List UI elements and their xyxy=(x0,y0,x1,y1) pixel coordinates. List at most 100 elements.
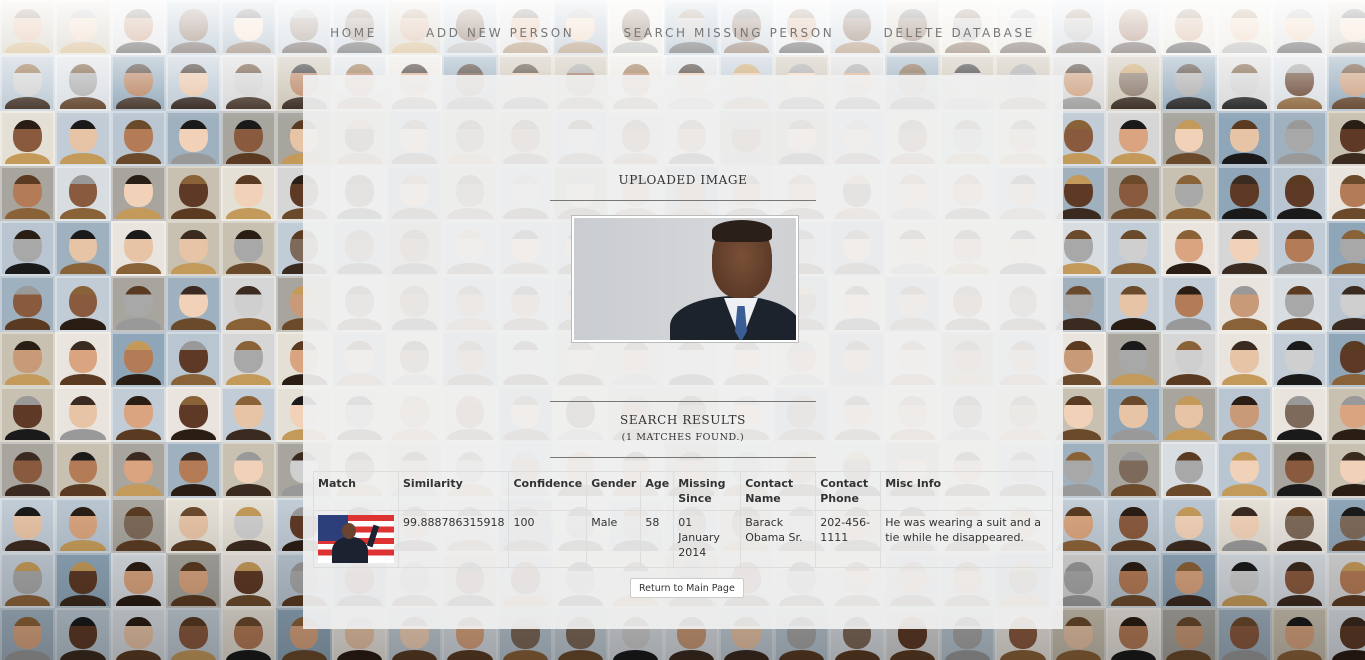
tile-face xyxy=(1119,175,1148,207)
background-face-tile xyxy=(1327,331,1365,388)
contact-phone-cell: 202-456-1111 xyxy=(815,510,882,568)
tile-face xyxy=(1063,396,1093,429)
background-face-tile xyxy=(1271,442,1328,498)
tile-face xyxy=(68,175,98,207)
tile-shoulders xyxy=(1221,263,1267,275)
tile-shoulders xyxy=(60,429,106,441)
tile-shoulders xyxy=(1166,484,1212,496)
table-row: 99.888786315918 100 Male 58 01 January 2… xyxy=(313,510,1053,568)
nav-home-link[interactable]: HOME xyxy=(330,26,377,40)
background-face-tile xyxy=(1105,442,1162,498)
thumb-arm xyxy=(366,524,380,548)
similarity-cell: 99.888786315918 xyxy=(397,510,510,568)
background-face-tile xyxy=(110,387,166,443)
tile-face xyxy=(1063,285,1093,318)
nav-search-missing-person-link[interactable]: SEARCH MISSING PERSON xyxy=(623,26,834,40)
tile-shoulders xyxy=(1221,207,1267,220)
tile-shoulders xyxy=(60,318,106,330)
tile-shoulders xyxy=(1111,373,1157,386)
nav-add-new-person-link[interactable]: ADD NEW PERSON xyxy=(426,26,574,40)
divider xyxy=(550,200,816,201)
thumb-face xyxy=(342,523,356,539)
tile-face xyxy=(1340,119,1365,152)
background-face-tile xyxy=(1327,165,1365,222)
tile-shoulders xyxy=(226,207,272,220)
column-header-missing-since: Missing Since xyxy=(673,471,742,511)
nav-delete-database-link[interactable]: DELETE DATABASE xyxy=(883,26,1034,40)
background-face-tile xyxy=(1271,387,1328,443)
tile-face xyxy=(1119,396,1148,429)
tile-face xyxy=(1174,230,1204,263)
match-thumbnail-cell xyxy=(313,510,399,568)
tile-face xyxy=(1174,396,1204,429)
background-face-tile xyxy=(0,276,56,332)
background-face-tile xyxy=(221,276,277,332)
tile-face xyxy=(1229,119,1259,152)
tile-face xyxy=(68,451,98,484)
content-panel: UPLOADED IMAGE SEARCH RESULTS (1 MATCHES… xyxy=(303,75,1063,629)
tile-shoulders xyxy=(170,152,217,164)
tile-shoulders xyxy=(1276,207,1323,220)
background-face-tile xyxy=(110,331,166,388)
tile-shoulders xyxy=(5,373,51,386)
uploaded-image-frame xyxy=(571,215,799,343)
tile-shoulders xyxy=(1111,318,1157,330)
background-face-tile xyxy=(221,387,277,443)
photo-hair xyxy=(712,220,772,242)
background-face-tile xyxy=(165,387,222,443)
background-face-tile xyxy=(110,276,166,332)
tile-face xyxy=(234,340,264,373)
tile-shoulders xyxy=(1221,318,1267,330)
tile-face xyxy=(1285,230,1314,263)
background-face-tile xyxy=(1161,442,1217,498)
background-face-tile xyxy=(1161,221,1217,277)
tile-face xyxy=(13,230,42,263)
tile-shoulders xyxy=(170,429,217,441)
tile-shoulders xyxy=(170,207,217,220)
tile-face xyxy=(1119,119,1148,152)
tile-face xyxy=(13,285,42,318)
tile-face xyxy=(1229,396,1259,429)
tile-face xyxy=(179,230,208,263)
tile-face xyxy=(123,396,153,429)
tile-face xyxy=(1340,340,1365,373)
tile-face xyxy=(1063,340,1093,373)
tile-shoulders xyxy=(1332,429,1365,441)
tile-shoulders xyxy=(115,207,161,220)
background-face-tile xyxy=(1216,221,1272,277)
background-face-tile xyxy=(1216,276,1272,332)
results-header-row: Match Similarity Confidence Gender Age M… xyxy=(313,471,1053,511)
background-face-tile xyxy=(165,165,222,222)
tile-shoulders xyxy=(1276,429,1323,441)
confidence-cell: 100 xyxy=(508,510,588,568)
tile-face xyxy=(1229,230,1259,263)
tile-shoulders xyxy=(60,373,106,386)
tile-face xyxy=(1340,396,1365,429)
background-face-tile xyxy=(110,165,166,222)
background-face-tile xyxy=(0,387,56,443)
column-header-age: Age xyxy=(640,471,675,511)
background-face-tile xyxy=(55,165,111,222)
tile-face xyxy=(1119,230,1148,263)
tile-shoulders xyxy=(115,152,161,164)
tile-shoulders xyxy=(1221,152,1267,164)
tile-face xyxy=(1174,340,1204,373)
tile-shoulders xyxy=(1111,484,1157,496)
column-header-gender: Gender xyxy=(586,471,642,511)
tile-shoulders xyxy=(60,484,106,496)
tile-shoulders xyxy=(5,484,51,496)
tile-face xyxy=(179,119,208,152)
tile-face xyxy=(1229,340,1259,373)
tile-shoulders xyxy=(170,373,217,386)
return-to-main-page-button[interactable]: Return to Main Page xyxy=(630,578,744,598)
match-thumbnail[interactable] xyxy=(318,515,394,563)
tile-shoulders xyxy=(5,263,51,275)
tile-shoulders xyxy=(60,207,106,220)
tile-face xyxy=(1340,285,1365,318)
column-header-confidence: Confidence xyxy=(508,471,588,511)
tile-face xyxy=(1174,285,1204,318)
tile-face xyxy=(179,451,208,484)
tile-face xyxy=(179,340,208,373)
tile-face xyxy=(68,285,98,318)
tile-shoulders xyxy=(5,152,51,164)
